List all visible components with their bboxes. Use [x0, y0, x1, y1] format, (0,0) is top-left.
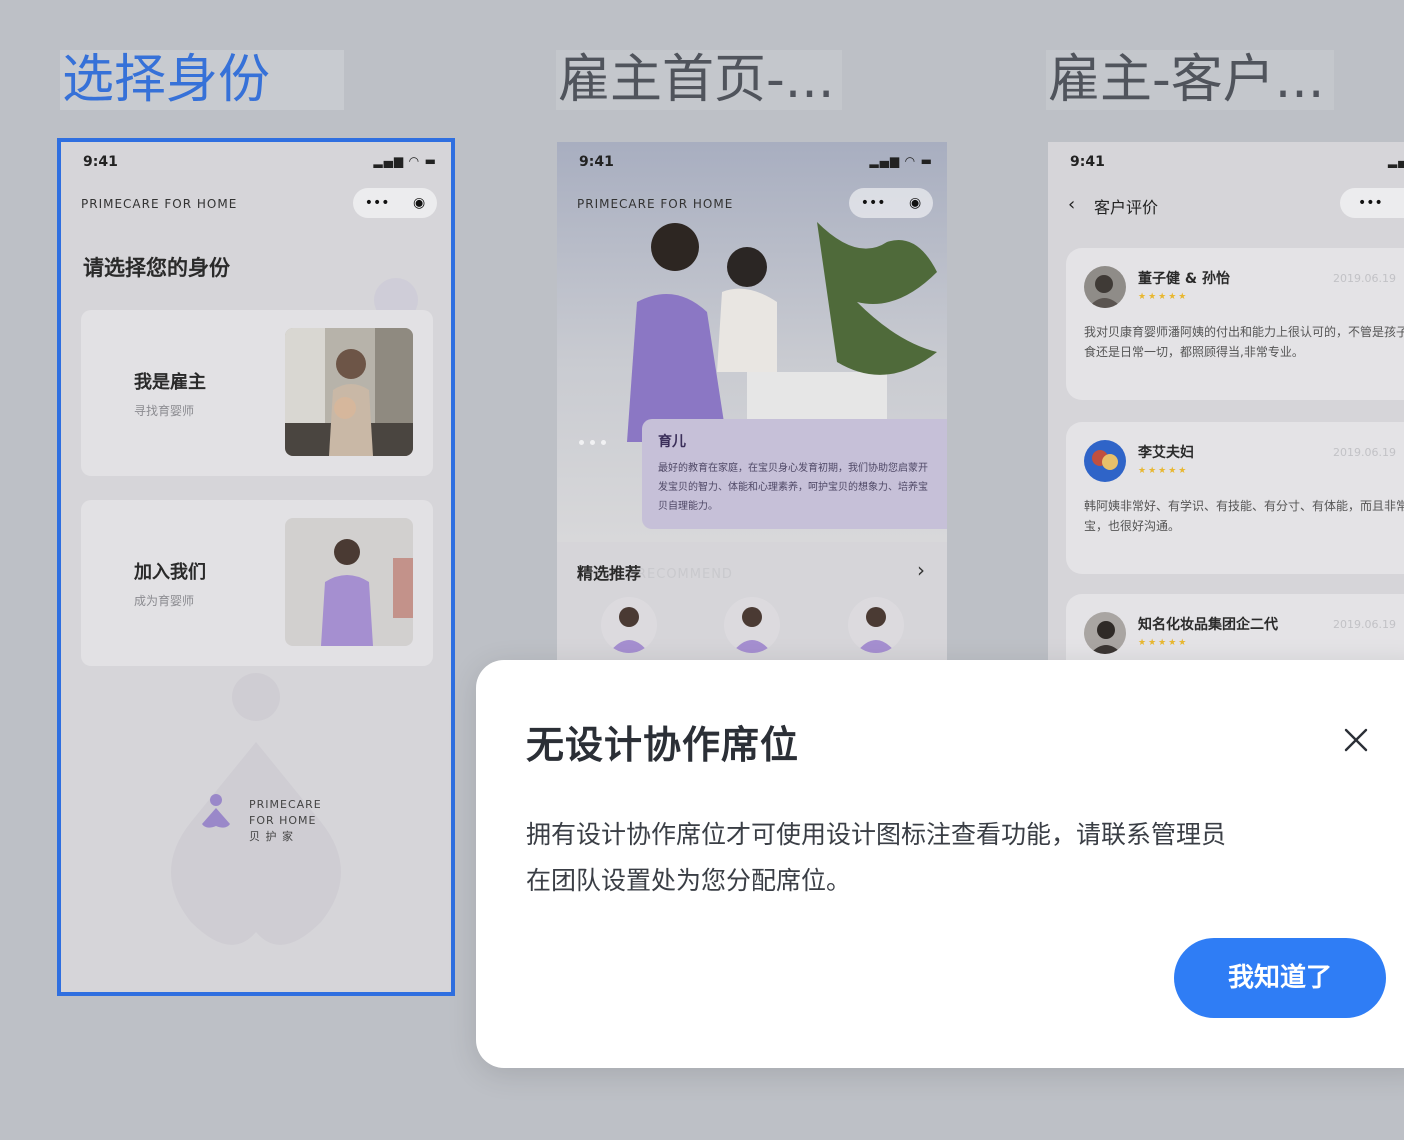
signal-wifi-battery-icon: ▂▄▆ ◠ ▬: [869, 154, 933, 168]
status-time: 9:41: [1070, 154, 1105, 170]
status-bar: 9:41 ▂▄▆ ◠ ▬: [83, 154, 437, 172]
role-title: 加入我们: [134, 562, 206, 583]
more-icon[interactable]: •••: [1358, 195, 1383, 211]
status-bar: 9:41 ▂▄▆ ◠: [1070, 154, 1404, 172]
recommend-avatar[interactable]: [848, 597, 904, 653]
carousel-dot[interactable]: [590, 440, 595, 445]
nav-title: 客户评价: [1094, 198, 1159, 217]
board-title-employer-reviews[interactable]: 雇主-客户...: [1046, 50, 1334, 110]
employer-role-card[interactable]: 我是雇主 寻找育婴师: [81, 310, 433, 476]
reviewer-name: 董子健 & 孙怡: [1138, 271, 1230, 287]
reviewer-name: 知名化妆品集团企二代: [1138, 617, 1278, 633]
logo-line: FOR HOME: [249, 814, 317, 827]
nanny-photo: [285, 518, 413, 646]
signal-wifi-icon: ▂▄▆ ◠: [1387, 154, 1404, 168]
primecare-logo-icon: [202, 794, 230, 828]
dialog-message-line: 在团队设置处为您分配席位。: [526, 866, 852, 895]
brand-text: PRIMECARE FOR HOME: [81, 197, 238, 211]
role-subtitle: 寻找育婴师: [134, 404, 195, 418]
section-title: 精选推荐: [577, 564, 642, 583]
logo-line: PRIMECARE: [249, 798, 322, 811]
avatar-image: [1084, 266, 1126, 308]
brand-text: PRIMECARE FOR HOME: [577, 197, 734, 211]
miniapp-capsule[interactable]: •••: [1340, 188, 1404, 218]
recommend-avatar-image: [732, 607, 772, 653]
avatar-image: [1084, 440, 1126, 482]
target-icon[interactable]: ◉: [413, 195, 425, 211]
miniapp-capsule[interactable]: ••• ◉: [849, 188, 933, 218]
review-date: 2019.06.19: [1333, 272, 1396, 285]
join-us-role-card[interactable]: 加入我们 成为育婴师: [81, 500, 433, 666]
review-card: 李艾夫妇 ★★★★★ 2019.06.19 韩阿姨非常好、有学识、有技能、有分寸…: [1066, 422, 1404, 574]
recommend-avatar[interactable]: [601, 597, 657, 653]
board-title-employer-home[interactable]: 雇主首页-...: [556, 50, 842, 110]
signal-wifi-battery-icon: ▂▄▆ ◠ ▬: [373, 154, 437, 168]
section-ghost-text: RECOMMEND: [637, 567, 733, 582]
avatar: [1084, 440, 1126, 482]
rating-stars: ★★★★★: [1138, 638, 1189, 648]
rating-stars: ★★★★★: [1138, 466, 1189, 476]
rating-stars: ★★★★★: [1138, 292, 1189, 302]
employer-photo: [285, 328, 413, 456]
status-time: 9:41: [83, 154, 118, 170]
dialog-message: 拥有设计协作席位才可使用设计图标注查看功能，请联系管理员 在团队设置处为您分配席…: [526, 812, 1326, 904]
avatar: [1084, 266, 1126, 308]
close-icon[interactable]: [1338, 722, 1374, 758]
recommend-avatar-image: [609, 607, 649, 653]
carousel-dots[interactable]: [579, 440, 606, 445]
care-card-description: 最好的教育在家庭，在宝贝身心发育初期，我们协助您启蒙开发宝贝的智力、体能和心理素…: [658, 463, 928, 512]
target-icon[interactable]: ◉: [909, 195, 921, 211]
recommend-avatar-image: [856, 607, 896, 653]
review-date: 2019.06.19: [1333, 618, 1396, 631]
board-title-select-identity[interactable]: 选择身份: [60, 50, 344, 110]
care-card-title: 育儿: [658, 434, 686, 450]
back-icon[interactable]: ‹: [1068, 194, 1075, 215]
nanny-photo-image: [285, 518, 413, 646]
role-subtitle: 成为育婴师: [134, 594, 195, 608]
review-text: 我对贝康育婴师潘阿姨的付出和能力上很认可的，不管是孩子的辅食还是日常一切，都照顾…: [1084, 325, 1404, 359]
status-bar: 9:41 ▂▄▆ ◠ ▬: [579, 154, 933, 172]
status-time: 9:41: [579, 154, 614, 170]
role-title: 我是雇主: [134, 372, 206, 393]
carousel-dot[interactable]: [601, 440, 606, 445]
carousel-dot[interactable]: [579, 440, 584, 445]
more-icon[interactable]: •••: [861, 195, 886, 211]
reviewer-name: 李艾夫妇: [1138, 445, 1194, 461]
avatar-image: [1084, 612, 1126, 654]
got-it-button[interactable]: 我知道了: [1174, 938, 1386, 1018]
more-icon[interactable]: •••: [365, 195, 390, 211]
artboard-select-identity[interactable]: 9:41 ▂▄▆ ◠ ▬ PRIMECARE FOR HOME ••• ◉ 请选…: [57, 138, 455, 996]
recommend-avatar[interactable]: [724, 597, 780, 653]
care-info-card: 育儿 最好的教育在家庭，在宝贝身心发育初期，我们协助您启蒙开发宝贝的智力、体能和…: [642, 419, 947, 529]
dialog-message-line: 拥有设计协作席位才可使用设计图标注查看功能，请联系管理员: [526, 820, 1227, 849]
logo-text: PRIMECARE FOR HOME 贝 护 家: [249, 797, 322, 845]
dialog-title: 无设计协作席位: [526, 723, 800, 767]
avatar: [1084, 612, 1126, 654]
logo-line: 贝 护 家: [249, 830, 294, 843]
review-card: 董子健 & 孙怡 ★★★★★ 2019.06.19 我对贝康育婴师潘阿姨的付出和…: [1066, 248, 1404, 400]
employer-photo-image: [285, 328, 413, 456]
miniapp-capsule[interactable]: ••• ◉: [353, 188, 437, 218]
no-seat-dialog: 无设计协作席位 拥有设计协作席位才可使用设计图标注查看功能，请联系管理员 在团队…: [476, 660, 1404, 1068]
page-heading: 请选择您的身份: [83, 256, 230, 280]
review-date: 2019.06.19: [1333, 446, 1396, 459]
chevron-right-icon[interactable]: ›: [917, 558, 925, 582]
review-text: 韩阿姨非常好、有学识、有技能、有分寸、有体能，而且非常爱宝宝，也很好沟通。: [1084, 499, 1404, 533]
